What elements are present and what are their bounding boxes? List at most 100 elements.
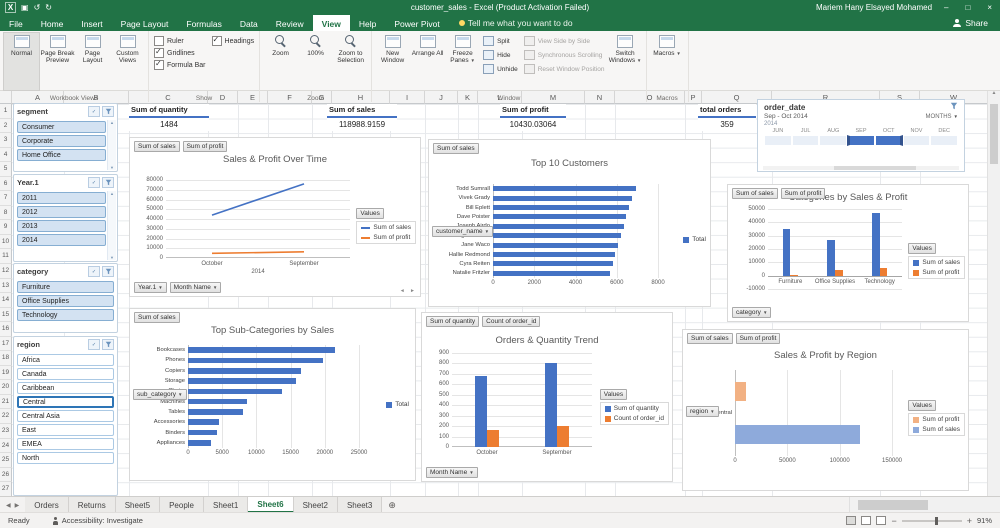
sheet-tab-sheet5[interactable]: Sheet5 [115,497,161,513]
clear-filter-icon[interactable] [102,106,114,117]
legend-values-button[interactable]: Values [908,243,936,254]
row-header-22[interactable]: 22 [0,409,12,425]
scrollbar-thumb[interactable] [990,104,998,164]
switch-windows-button[interactable]: Switch Windows ▼ [608,32,643,91]
pivot-field-button[interactable]: Sum of profit [182,141,228,152]
slicer-item-furniture[interactable]: Furniture [17,281,114,293]
slicer-item-central[interactable]: Central [17,396,114,408]
pivot-value-sum-of-sales[interactable]: Sum of sales 118988.9159 [327,104,397,131]
pivot-field-button[interactable]: Month Name ▼ [426,467,478,478]
zoom-percentage[interactable]: 91% [977,516,992,525]
normal-view-button[interactable]: Normal [3,32,40,91]
synchronous-scrolling-button[interactable]: Synchronous Scrolling [523,50,605,60]
slicer-category[interactable]: category ✓ Furniture Office Supplies Technol… [13,263,118,333]
unhide-button[interactable]: Unhide [483,64,518,74]
zoom-to-selection-button[interactable]: Zoom to Selection [333,32,368,91]
view-side-by-side-button[interactable]: View Side by Side [523,36,605,46]
freeze-panes-button[interactable]: Freeze Panes ▼ [445,32,480,91]
filter-icon[interactable] [950,102,958,112]
ribbon-tab-home[interactable]: Home [32,15,73,31]
slicer-region[interactable]: region ✓ Africa Canada Caribbean Central Centr… [13,336,118,496]
save-icon[interactable]: ▣ [21,0,29,15]
row-header-13[interactable]: 13 [0,278,12,294]
chart-orders-quantity-trend[interactable]: Sum of quantity Count of order_id Month Na… [421,312,673,482]
ribbon-tab-help[interactable]: Help [350,15,385,31]
timeline-month-cell[interactable] [902,135,931,146]
chart-top-subcategories-by-sales[interactable]: Sum of sales sub_category ▼ Top Sub-Categor… [129,308,416,481]
slicer-item-consumer[interactable]: Consumer [17,121,106,133]
slicer-scrollbar[interactable]: ▲ ▼ [107,120,116,170]
macros-button[interactable]: Macros ▼ [650,32,685,91]
row-header-18[interactable]: 18 [0,351,12,366]
pivot-field-button[interactable]: Sum of profit [780,188,826,199]
pivot-value-sum-of-quantity[interactable]: Sum of quantity 1484 [129,104,209,131]
slicer-scrollbar[interactable]: ▲ ▼ [107,191,116,260]
zoom-100-button[interactable]: 100% [298,32,333,91]
row-header-4[interactable]: 4 [0,147,12,163]
sheet-tab-returns[interactable]: Returns [68,497,116,513]
row-header-3[interactable]: 3 [0,133,12,148]
new-window-button[interactable]: New Window [375,32,410,91]
row-header-8[interactable]: 8 [0,205,12,221]
pivot-value-total-orders[interactable]: total orders 359 [698,104,756,131]
scrollbar-thumb[interactable] [858,500,928,510]
zoom-button[interactable]: Zoom [263,32,298,91]
sheet-tab-people[interactable]: People [160,497,204,513]
sheet-tab-sheet6[interactable]: Sheet6 [248,497,294,513]
slicer-item-office-supplies[interactable]: Office Supplies [17,295,114,307]
row-header-19[interactable]: 19 [0,365,12,381]
undo-icon[interactable]: ↺ [34,0,41,15]
timeline-month-cell[interactable] [764,135,792,146]
tab-scroll-right-icon[interactable]: ▶ [15,502,20,509]
arrange-all-button[interactable]: Arrange All [410,32,445,91]
row-header-12[interactable]: 12 [0,264,12,279]
tell-me-box[interactable]: Tell me what you want to do [458,15,573,31]
multi-select-icon[interactable]: ✓ [88,339,100,350]
slicer-item-home-office[interactable]: Home Office [17,149,106,161]
timeline-month-jun[interactable]: JUN [764,128,792,146]
row-header-6[interactable]: 6 [0,176,12,192]
axis-field-button[interactable]: region ▼ [686,406,719,417]
chart-legend[interactable]: Values Sum of profit Sum of sales [908,400,965,436]
formula-bar-checkbox[interactable]: Formula Bar [154,59,206,70]
slicer-item-canada[interactable]: Canada [17,368,114,380]
pivot-field-button[interactable]: Count of order_id [482,316,541,327]
ribbon-tab-power-pivot[interactable]: Power Pivot [385,15,448,31]
chart-legend[interactable]: Values Sum of sales Sum of profit [356,208,416,244]
page-break-view-icon[interactable] [876,516,887,525]
timeline-month-cell[interactable] [819,135,848,146]
accessibility-status[interactable]: Accessibility: Investigate [52,516,143,525]
slicer-item-2013[interactable]: 2013 [17,220,106,232]
ruler-checkbox[interactable]: Ruler [154,36,206,46]
row-header-23[interactable]: 23 [0,424,12,439]
pivot-field-button[interactable]: Sum of sales [687,333,733,344]
share-button[interactable]: Share [953,15,988,31]
headings-checkbox[interactable]: Headings [211,35,254,46]
legend-values-button[interactable]: Values [599,389,628,400]
slicer-item-2014[interactable]: 2014 [17,234,106,246]
pivot-field-button[interactable]: Sum of profit [735,333,781,344]
ribbon-tab-file[interactable]: File [0,15,32,31]
sheet-tab-sheet3[interactable]: Sheet3 [337,497,383,513]
slicer-item-corporate[interactable]: Corporate [17,135,106,147]
timeline-month-cell[interactable] [847,135,875,146]
row-header-27[interactable]: 27 [0,482,12,497]
slicer-item-east[interactable]: East [17,424,114,436]
pivot-field-button[interactable]: Sum of quantity [426,316,480,327]
horizontal-scrollbar[interactable] [849,497,1000,513]
row-header-25[interactable]: 25 [0,453,12,468]
page-break-preview-button[interactable]: Page Break Preview [40,32,75,91]
timeline-month-oct[interactable]: OCT [874,128,903,146]
split-button[interactable]: Split [483,36,518,46]
timeline-month-cell[interactable] [930,135,959,146]
timeline-month-jul[interactable]: JUL [791,128,820,146]
multi-select-icon[interactable]: ✓ [88,106,100,117]
gridlines-checkbox[interactable]: Gridlines [154,47,206,58]
pivot-field-button[interactable]: Sum of sales [134,312,180,323]
timeline-month-cell[interactable] [874,135,903,146]
chart-legend[interactable]: Total [683,236,706,243]
chart-nav-arrows[interactable]: ◄ ► [400,288,417,294]
vertical-scrollbar[interactable]: ▲ [987,90,1000,497]
ribbon-tab-data[interactable]: Data [231,15,267,31]
timeline-month-dec[interactable]: DEC [930,128,959,146]
